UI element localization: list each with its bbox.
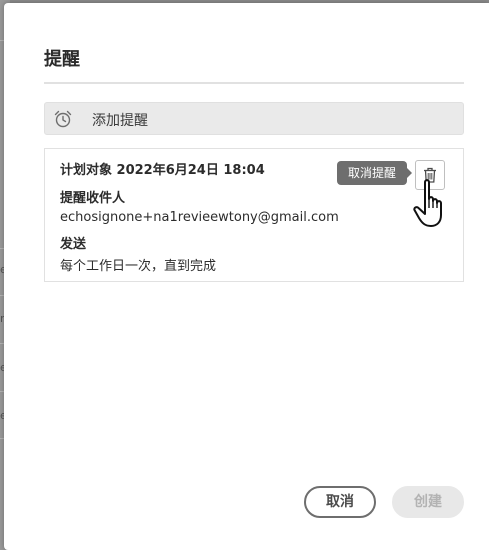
recipient-value: echosignone+na1revieewtony@gmail.com: [60, 210, 339, 225]
reminder-card: 计划对象 2022年6月24日 18:04 提醒收件人 echosignone+…: [44, 148, 464, 282]
cancel-button[interactable]: 取消: [304, 486, 376, 518]
add-reminder-label: 添加提醒: [92, 113, 148, 129]
send-frequency-value: 每个工作日一次，直到完成: [60, 259, 217, 274]
delete-reminder-tooltip: 取消提醒: [337, 161, 413, 185]
recipient-label: 提醒收件人: [60, 191, 126, 206]
create-button[interactable]: 创建: [392, 486, 464, 518]
title-divider: [44, 82, 464, 84]
dialog-title: 提醒: [44, 49, 80, 70]
hand-pointer-cursor-icon: [412, 178, 452, 230]
reminder-dialog: 提醒 添加提醒 计划对象 2022年6月24日 18:04 提醒收件人 echo…: [4, 3, 489, 550]
send-label: 发送: [60, 237, 87, 252]
alarm-clock-icon: [53, 109, 73, 129]
reminder-schedule: 计划对象 2022年6月24日 18:04: [60, 163, 265, 178]
add-reminder-button[interactable]: 添加提醒: [44, 102, 464, 135]
